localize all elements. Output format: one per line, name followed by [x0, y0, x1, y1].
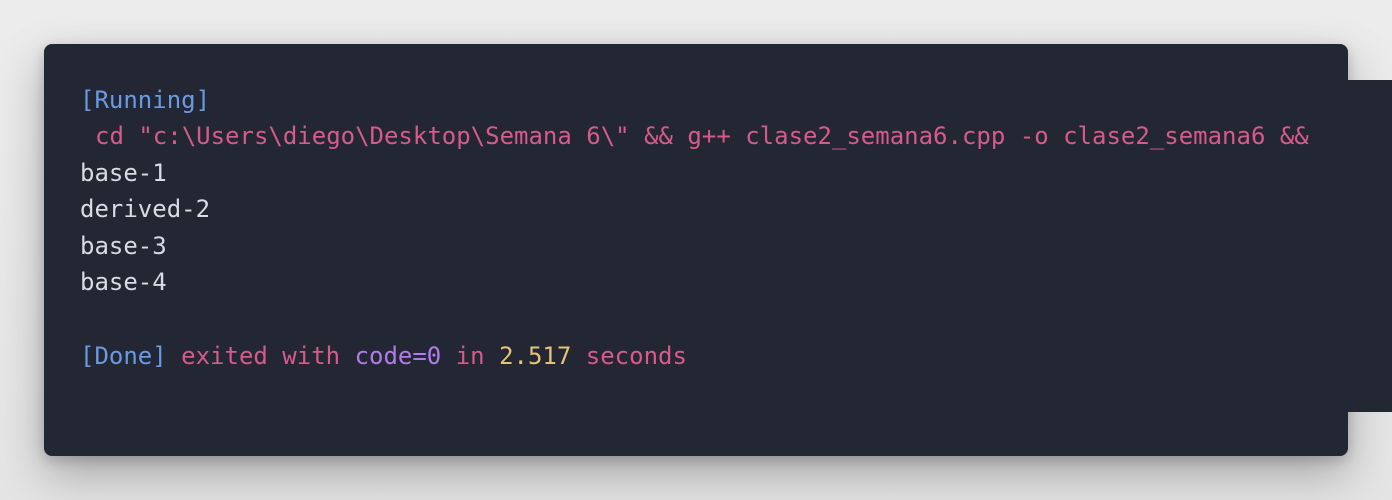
done-status: [Done] exited with code=0 in 2.517 secon… [80, 340, 687, 372]
output-line-3: base-3 [80, 232, 167, 260]
output-line-1: base-1 [80, 159, 167, 187]
exit-code: code=0 [354, 342, 442, 370]
output-panel: [Running] base-1 derived-2 base-3 base-4… [44, 44, 1348, 456]
output-line-2: derived-2 [80, 195, 211, 223]
exited-text: exited with [181, 342, 341, 370]
running-status: [Running] [80, 86, 211, 114]
output-line-4: base-4 [80, 268, 167, 296]
done-label: [Done] [80, 342, 167, 370]
seconds-text: seconds [585, 342, 687, 370]
command-line: cd "c:\Users\diego\Desktop\Semana 6\" &&… [95, 122, 1309, 150]
duration-value: 2.517 [499, 342, 572, 370]
in-text: in [455, 342, 485, 370]
